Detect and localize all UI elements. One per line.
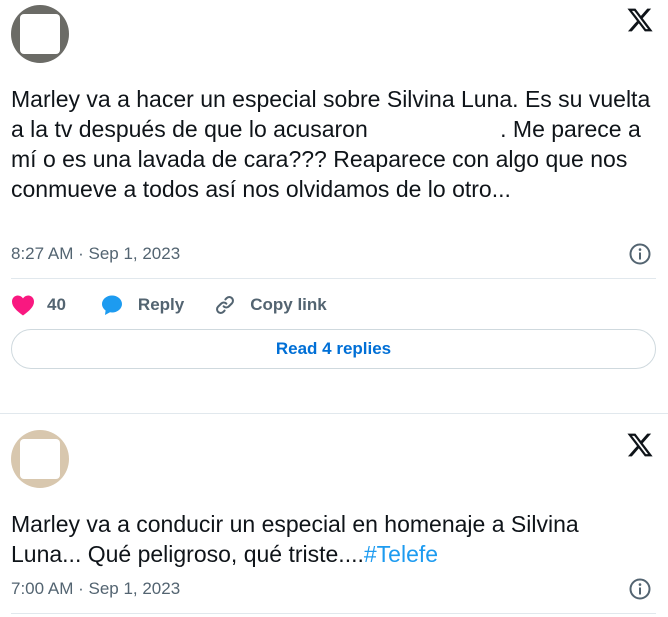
avatar-redaction xyxy=(20,14,60,54)
divider xyxy=(11,613,656,614)
x-logo-icon[interactable] xyxy=(626,431,654,459)
info-icon[interactable] xyxy=(628,577,652,601)
reply-button[interactable]: Reply xyxy=(100,293,184,317)
heart-icon xyxy=(12,295,34,316)
divider xyxy=(11,278,656,279)
read-replies-button[interactable]: Read 4 replies xyxy=(11,329,656,369)
avatar-redaction xyxy=(20,439,60,479)
reply-bubble-icon xyxy=(101,295,122,315)
tweet-embed: Marley va a conducir un especial en home… xyxy=(0,415,668,617)
embed-separator xyxy=(0,413,668,414)
tweet-embed: Marley va a hacer un especial sobre Silv… xyxy=(0,0,668,400)
tweet-text: Marley va a conducir un especial en home… xyxy=(11,509,651,569)
timestamp[interactable]: 7:00 AM · Sep 1, 2023 xyxy=(11,579,180,599)
reply-label: Reply xyxy=(137,295,185,314)
like-button[interactable]: 40 xyxy=(11,294,66,316)
avatar[interactable] xyxy=(11,5,69,63)
tweet-text-part: Marley va a conducir un especial en home… xyxy=(11,511,586,567)
redacted-text xyxy=(374,136,500,137)
timestamp[interactable]: 8:27 AM · Sep 1, 2023 xyxy=(11,244,180,264)
copy-link-label: Copy link xyxy=(250,295,327,314)
copy-link-button[interactable]: Copy link xyxy=(214,294,327,316)
action-bar: 40 Reply Copy link xyxy=(11,290,327,320)
like-count: 40 xyxy=(47,295,66,314)
x-logo-icon[interactable] xyxy=(626,6,654,34)
info-icon[interactable] xyxy=(628,242,652,266)
tweet-text: Marley va a hacer un especial sobre Silv… xyxy=(11,84,651,204)
avatar[interactable] xyxy=(11,430,69,488)
link-icon xyxy=(216,296,235,314)
hashtag-link[interactable]: #Telefe xyxy=(364,541,438,567)
